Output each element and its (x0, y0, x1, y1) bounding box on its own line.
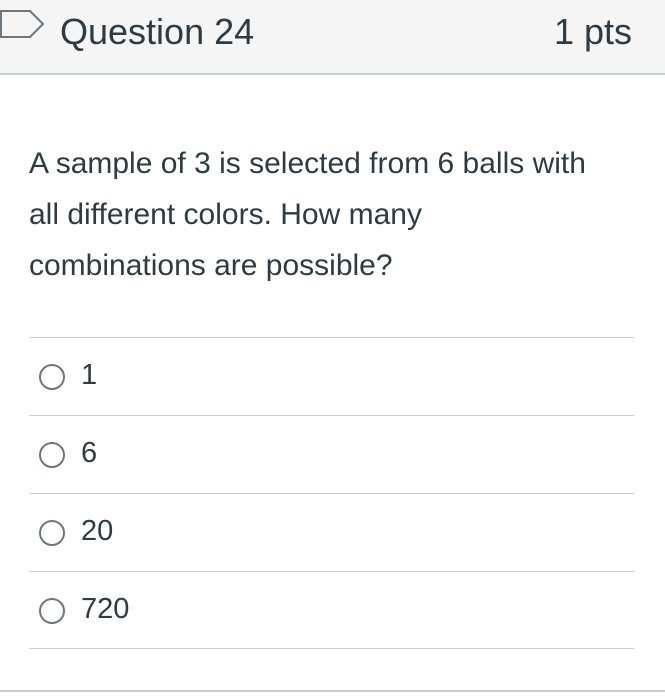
question-header: Question 24 1 pts (0, 0, 665, 75)
bottom-divider (0, 690, 665, 692)
radio-button[interactable] (39, 364, 65, 390)
quiz-question-card: Question 24 1 pts A sample of 3 is selec… (0, 0, 665, 700)
question-text: A sample of 3 is selected from 6 balls w… (29, 147, 586, 282)
answer-list: 1 6 20 720 (29, 337, 634, 649)
radio-button[interactable] (39, 442, 65, 468)
question-title: Question 24 (60, 11, 255, 52)
radio-button[interactable] (39, 520, 65, 546)
answer-label: 6 (81, 437, 98, 469)
question-points: 1 pts (553, 11, 632, 52)
answer-option-20[interactable]: 20 (29, 493, 634, 571)
answer-option-1[interactable]: 1 (29, 337, 634, 415)
answer-option-6[interactable]: 6 (29, 415, 634, 493)
answer-label: 1 (81, 359, 98, 391)
answer-option-720[interactable]: 720 (29, 571, 634, 649)
radio-button[interactable] (39, 598, 65, 624)
flag-outline-icon[interactable] (0, 4, 46, 40)
answer-label: 20 (81, 515, 114, 547)
answer-label: 720 (81, 593, 130, 625)
question-body: A sample of 3 is selected from 6 balls w… (0, 75, 665, 687)
